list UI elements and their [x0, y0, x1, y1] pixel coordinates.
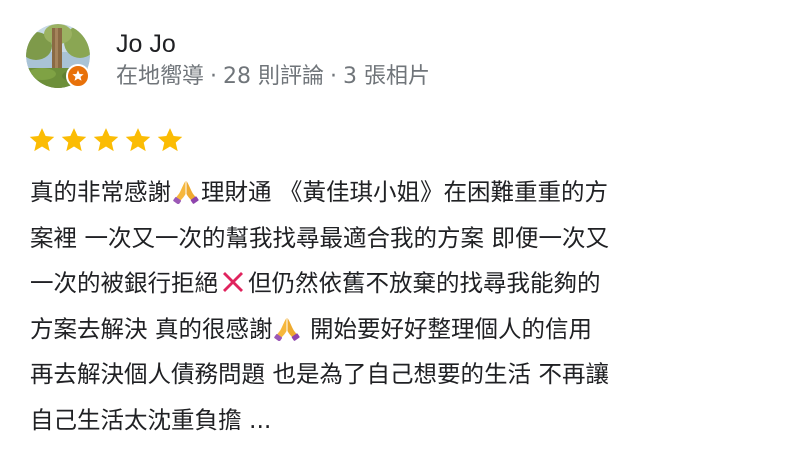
star-badge-glyph-icon: [72, 70, 84, 81]
review-text-segment: 開始要好好整理個人的信用: [302, 314, 592, 343]
review-text-segment: 真的非常感謝: [30, 178, 171, 206]
review-text-line: 一次的被銀行拒絕 但仍然依舊不放棄的找尋我能夠的: [30, 261, 730, 307]
review-text-segment: 方案去解決 真的很感謝: [30, 314, 273, 343]
review-text-segment: 案裡 一次又一次的幫我找尋最適合我的方案 即便一次又: [30, 223, 609, 252]
meta-separator: ·: [210, 64, 218, 89]
review-text-line: 再去解決個人債務問題 也是為了自己想要的生活 不再讓: [30, 352, 730, 398]
cross-mark-emoji: [223, 272, 243, 292]
star-icon: [157, 128, 183, 152]
star-icon: [93, 128, 119, 152]
review-text-line: 案裡 一次又一次的幫我找尋最適合我的方案 即便一次又: [30, 216, 730, 262]
local-guide-badge-icon: [66, 64, 90, 88]
reviewer-meta: 在地嚮導 · 28 則評論 · 3 張相片: [116, 62, 430, 92]
star-icon: [29, 128, 55, 152]
folded-hands-emoji: [274, 317, 301, 341]
review-text: 真的非常感謝 理財通 《黃佳琪小姐》在困難重重的方案裡 一次又一次的幫我找尋最適合…: [30, 170, 730, 443]
reviewer-role: 在地嚮導: [116, 64, 205, 89]
star-rating: [28, 126, 184, 156]
review-text-line: 真的非常感謝 理財通 《黃佳琪小姐》在困難重重的方: [30, 170, 730, 216]
reviewer-photos-count: 3 張相片: [343, 64, 431, 89]
meta-separator: ·: [330, 64, 338, 89]
review-text-segment: 但仍然依舊不放棄的找尋我能夠的: [248, 269, 601, 297]
review-text-segment: 一次的被銀行拒絕: [30, 269, 218, 297]
reviewer-reviews-count: 28 則評論: [223, 64, 325, 89]
avatar[interactable]: [26, 24, 90, 88]
review-text-segment: 理財通 《黃佳琪小姐》在困難重重的方: [201, 178, 608, 206]
review-text-line: 方案去解決 真的很感謝 開始要好好整理個人的信用: [30, 307, 730, 353]
reviewer-name[interactable]: Jo Jo: [116, 28, 176, 60]
star-icon: [125, 128, 151, 152]
folded-hands-emoji: [173, 181, 199, 204]
review-text-segment: 再去解決個人債務問題 也是為了自己想要的生活 不再讓: [30, 360, 609, 388]
review-card: Jo Jo 在地嚮導 · 28 則評論 · 3 張相片 真的非常感謝 理財通 《黃佳琪小姐…: [0, 0, 800, 472]
review-text-line: 自己生活太沈重負擔 ...: [30, 398, 730, 444]
review-text-segment: 自己生活太沈重負擔: [30, 405, 249, 434]
star-icon: [61, 128, 87, 152]
review-more-link[interactable]: ...: [249, 406, 271, 434]
